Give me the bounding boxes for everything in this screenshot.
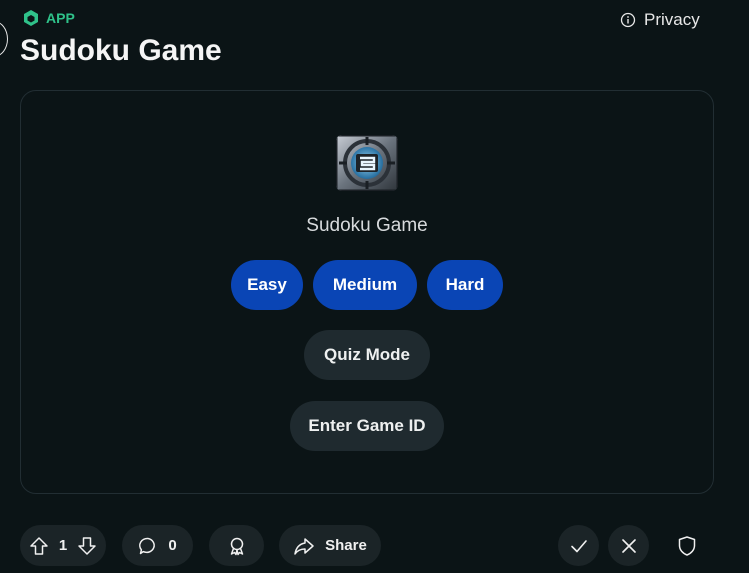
award-button[interactable] [209, 525, 264, 566]
share-label: Share [325, 537, 367, 554]
award-icon [227, 536, 247, 556]
comment-count: 0 [168, 537, 177, 554]
easy-button[interactable]: Easy [231, 260, 303, 310]
cube-icon [22, 9, 40, 27]
share-arrow-icon [293, 536, 315, 556]
app-badge-label: APP [46, 10, 75, 26]
enter-game-id-button[interactable]: Enter Game ID [290, 401, 444, 451]
privacy-link[interactable]: Privacy [620, 9, 700, 31]
mod-shield-button[interactable] [666, 525, 707, 566]
close-icon [619, 536, 639, 556]
app-badge: APP [22, 8, 75, 28]
app-card: Sudoku Game Easy Medium Hard Quiz Mode E… [20, 90, 714, 494]
quiz-mode-button[interactable]: Quiz Mode [304, 330, 430, 380]
checkmark-icon [569, 536, 589, 556]
sudoku-app-icon [336, 135, 398, 191]
page-title: Sudoku Game [20, 34, 222, 67]
arrow-up-icon[interactable] [29, 536, 49, 556]
share-button[interactable]: Share [279, 525, 381, 566]
comments-button[interactable]: 0 [122, 525, 193, 566]
shield-icon [677, 535, 697, 557]
medium-button[interactable]: Medium [313, 260, 417, 310]
arrow-down-icon[interactable] [77, 536, 97, 556]
vote-bar: 1 [20, 525, 106, 566]
info-icon [620, 12, 636, 28]
privacy-label: Privacy [644, 10, 700, 29]
comment-bubble-icon [138, 536, 158, 556]
back-button[interactable] [0, 21, 8, 57]
approve-button[interactable] [558, 525, 599, 566]
remove-button[interactable] [608, 525, 649, 566]
vote-count: 1 [58, 537, 68, 554]
game-name: Sudoku Game [306, 215, 428, 236]
hard-button[interactable]: Hard [427, 260, 503, 310]
